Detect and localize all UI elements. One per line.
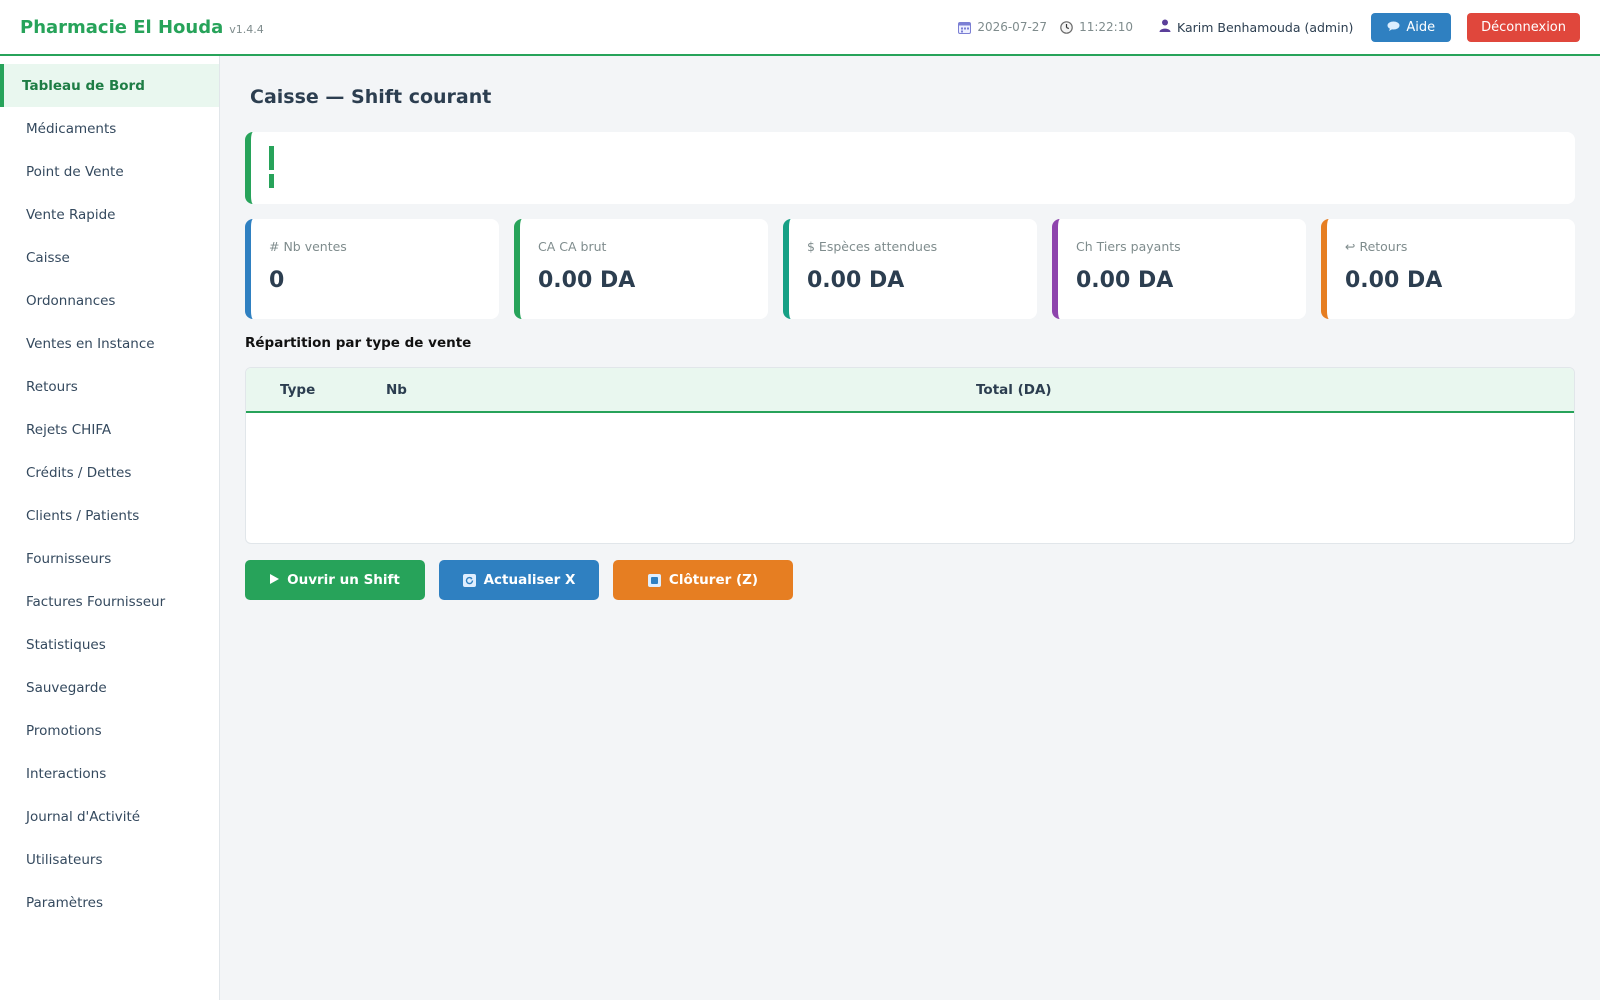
stat-label: ↩ Retours xyxy=(1345,239,1408,254)
column-header-nb[interactable]: Nb xyxy=(386,382,407,398)
sidebar-item-ordonnances[interactable]: Ordonnances xyxy=(0,279,219,322)
play-icon xyxy=(270,572,280,588)
refresh-icon xyxy=(462,573,476,587)
stat-value: 0.00 DA xyxy=(538,268,636,293)
sidebar-item-vente-rapide[interactable]: Vente Rapide xyxy=(0,193,219,236)
stat-card-retours: ↩ Retours 0.00 DA xyxy=(1321,219,1575,319)
top-header: Pharmacie El Houda v1.4.4 2026-07-27 11:… xyxy=(0,0,1600,56)
refresh-x-label: Actualiser X xyxy=(483,572,576,588)
stat-cards: # Nb ventes 0 CA CA brut 0.00 DA $ Espèc… xyxy=(245,219,1575,319)
app-version: v1.4.4 xyxy=(229,22,264,36)
section-title: Répartition par type de vente xyxy=(245,335,472,351)
sidebar: Tableau de Bord Médicaments Point de Ven… xyxy=(0,56,220,1000)
main-content: Caisse — Shift courant # Nb ventes 0 CA … xyxy=(221,56,1600,1000)
brand: Pharmacie El Houda v1.4.4 xyxy=(20,17,264,38)
column-header-type[interactable]: Type xyxy=(280,382,315,398)
clock-icon xyxy=(1059,20,1073,34)
app-name: Pharmacie El Houda xyxy=(20,16,224,38)
stat-label: CA CA brut xyxy=(538,239,607,254)
stat-card-nb-ventes: # Nb ventes 0 xyxy=(245,219,499,319)
stat-value: 0.00 DA xyxy=(807,268,905,293)
stat-card-tiers-payants: Ch Tiers payants 0.00 DA xyxy=(1052,219,1306,319)
stat-card-ca-brut: CA CA brut 0.00 DA xyxy=(514,219,768,319)
sidebar-item-utilisateurs[interactable]: Utilisateurs xyxy=(0,838,219,881)
chat-bubble-icon xyxy=(1387,20,1400,35)
user-name: Karim Benhamouda (admin) xyxy=(1176,19,1354,35)
sidebar-item-factures-fournisseur[interactable]: Factures Fournisseur xyxy=(0,580,219,623)
shift-status-banner xyxy=(245,132,1575,204)
stat-value: 0 xyxy=(269,268,285,293)
stop-icon xyxy=(647,573,661,587)
sidebar-item-tableau-de-bord[interactable]: Tableau de Bord xyxy=(0,64,219,107)
stat-value: 0.00 DA xyxy=(1345,268,1443,293)
sidebar-item-ventes-en-instance[interactable]: Ventes en Instance xyxy=(0,322,219,365)
sidebar-item-clients-patients[interactable]: Clients / Patients xyxy=(0,494,219,537)
column-header-total[interactable]: Total (DA) xyxy=(976,382,1052,398)
header-right: 2026-07-27 11:22:10 Karim Benhamouda (ad… xyxy=(957,12,1580,42)
sidebar-item-statistiques[interactable]: Statistiques xyxy=(0,623,219,666)
close-z-label: Clôturer (Z) xyxy=(668,572,759,588)
sidebar-item-sauvegarde[interactable]: Sauvegarde xyxy=(0,666,219,709)
sidebar-item-caisse[interactable]: Caisse xyxy=(0,236,219,279)
sidebar-item-point-de-vente[interactable]: Point de Vente xyxy=(0,150,219,193)
stat-label: # Nb ventes xyxy=(269,239,347,254)
user-icon xyxy=(1159,19,1171,35)
sidebar-item-fournisseurs[interactable]: Fournisseurs xyxy=(0,537,219,580)
table-header: Type Nb Total (DA) xyxy=(246,368,1574,413)
calendar-icon xyxy=(957,20,971,34)
open-shift-label: Ouvrir un Shift xyxy=(287,572,400,588)
stat-label: $ Espèces attendues xyxy=(807,239,938,254)
help-button[interactable]: Aide xyxy=(1371,12,1452,42)
close-z-button[interactable]: Clôturer (Z) xyxy=(613,560,793,600)
status-marker xyxy=(269,146,274,188)
open-shift-button[interactable]: Ouvrir un Shift xyxy=(245,560,425,600)
stat-card-especes-attendues: $ Espèces attendues 0.00 DA xyxy=(783,219,1037,319)
sidebar-item-credits-dettes[interactable]: Crédits / Dettes xyxy=(0,451,219,494)
sidebar-item-rejets-chifa[interactable]: Rejets CHIFA xyxy=(0,408,219,451)
sidebar-item-medicaments[interactable]: Médicaments xyxy=(0,107,219,150)
sidebar-item-interactions[interactable]: Interactions xyxy=(0,752,219,795)
current-user: Karim Benhamouda (admin) xyxy=(1159,19,1353,35)
refresh-x-button[interactable]: Actualiser X xyxy=(439,560,599,600)
sales-type-table: Type Nb Total (DA) xyxy=(245,367,1575,544)
sidebar-item-parametres[interactable]: Paramètres xyxy=(0,881,219,924)
date-display: 2026-07-27 xyxy=(957,20,1047,34)
shift-actions: Ouvrir un Shift Actualiser X Clôturer (Z… xyxy=(245,560,793,600)
date-value: 2026-07-27 xyxy=(977,20,1048,34)
stat-value: 0.00 DA xyxy=(1076,268,1174,293)
stat-label: Ch Tiers payants xyxy=(1076,239,1181,254)
time-value: 11:22:10 xyxy=(1079,20,1133,34)
help-label: Aide xyxy=(1406,19,1436,35)
page-title: Caisse — Shift courant xyxy=(250,86,492,108)
time-display: 11:22:10 xyxy=(1059,20,1133,34)
sidebar-item-retours[interactable]: Retours xyxy=(0,365,219,408)
sidebar-item-promotions[interactable]: Promotions xyxy=(0,709,219,752)
logout-button[interactable]: Déconnexion xyxy=(1467,12,1580,42)
sidebar-item-journal-activite[interactable]: Journal d'Activité xyxy=(0,795,219,838)
